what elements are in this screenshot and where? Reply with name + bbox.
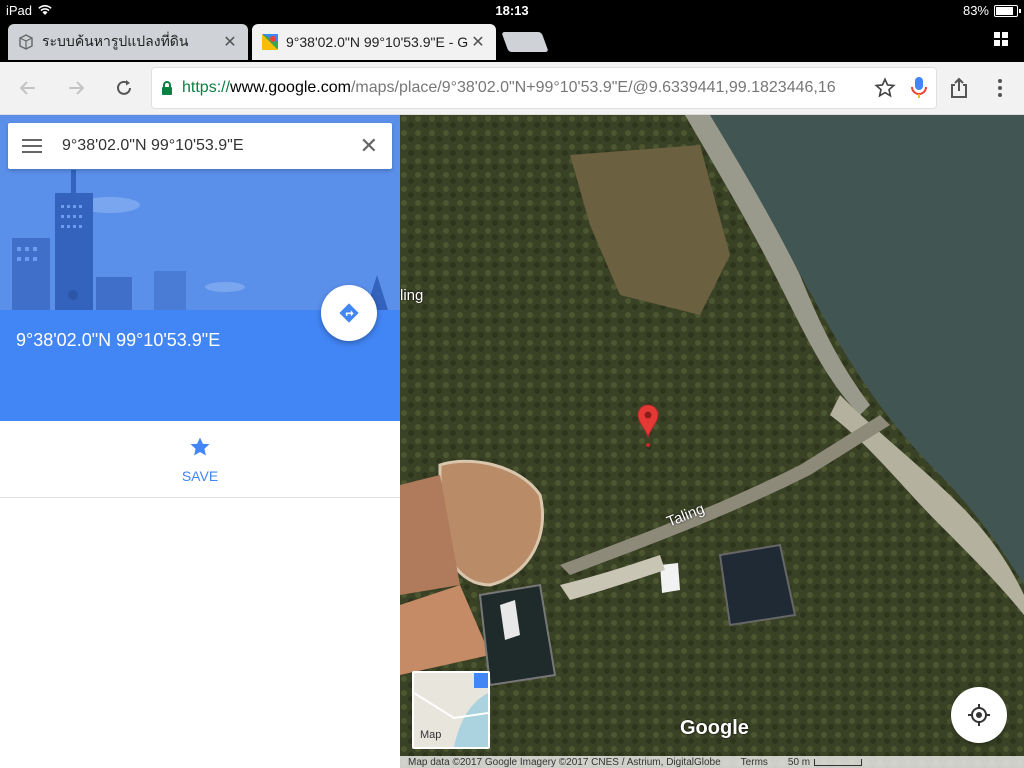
- close-tab-icon[interactable]: ✕: [222, 32, 238, 52]
- satellite-map[interactable]: ling Taling Map Google Map data ©2017 Go…: [400, 115, 1024, 768]
- google-logo: Google: [680, 717, 749, 739]
- tab-land-search[interactable]: ระบบค้นหารูปแปลงที่ดิน ✕: [8, 24, 248, 60]
- scale-label: 50 m: [787, 756, 811, 768]
- tab-switcher-icon[interactable]: [994, 32, 1008, 46]
- road-label: ling: [400, 287, 424, 304]
- battery-percent: 83%: [962, 3, 989, 18]
- close-tab-icon[interactable]: ✕: [470, 32, 486, 52]
- tab-google-maps[interactable]: 9°38'02.0"N 99°10'53.9"E - G ✕: [252, 24, 496, 60]
- tab-title: 9°38'02.0"N 99°10'53.9"E - G: [286, 34, 469, 50]
- lock-icon: [162, 81, 172, 95]
- save-button[interactable]: SAVE: [0, 421, 400, 498]
- google-maps-icon: [262, 34, 278, 50]
- forward-icon[interactable]: [64, 76, 88, 100]
- directions-button[interactable]: [321, 285, 377, 341]
- address-bar[interactable]: https://www.google.com/maps/place/9°38'0…: [152, 68, 936, 108]
- search-box[interactable]: 9°38'02.0"N 99°10'53.9"E ✕: [8, 123, 392, 169]
- map-attribution-bar: Map data ©2017 Google Imagery ©2017 CNES…: [400, 756, 1024, 768]
- share-icon[interactable]: [947, 76, 971, 100]
- box-icon: [19, 34, 33, 50]
- microphone-icon[interactable]: [910, 76, 928, 100]
- map-type-toggle[interactable]: Map: [412, 671, 490, 749]
- menu-icon[interactable]: [22, 139, 42, 153]
- directions-icon: [339, 303, 359, 323]
- star-icon: [190, 437, 210, 456]
- status-bar: iPad 18:13 83%: [0, 0, 1024, 20]
- tab-title: ระบบค้นหารูปแปลงที่ดิน: [42, 33, 189, 49]
- reload-icon[interactable]: [112, 76, 136, 100]
- location-pin-icon[interactable]: [637, 404, 659, 448]
- search-input[interactable]: 9°38'02.0"N 99°10'53.9"E: [62, 137, 360, 155]
- place-panel: 9°38'02.0"N 99°10'53.9"E ✕ 9°38'02.0"N 9…: [0, 115, 400, 768]
- clock: 18:13: [495, 3, 529, 18]
- url-text: https://www.google.com/maps/place/9°38'0…: [182, 79, 836, 96]
- my-location-button[interactable]: [951, 687, 1007, 743]
- browser-toolbar: https://www.google.com/maps/place/9°38'0…: [0, 62, 1024, 115]
- map-thumbnail-label: Map: [420, 729, 442, 741]
- hero-illustration: 9°38'02.0"N 99°10'53.9"E ✕: [0, 115, 400, 310]
- back-icon[interactable]: [16, 76, 40, 100]
- my-location-icon: [968, 704, 990, 726]
- tab-strip: ระบบค้นหารูปแปลงที่ดิน ✕ 9°38'02.0"N 99°…: [0, 20, 1024, 62]
- satellite-imagery: [400, 115, 1024, 768]
- new-tab-button[interactable]: [501, 32, 549, 52]
- scale-bar: 50 m: [787, 756, 863, 768]
- attribution-text: Map data ©2017 Google Imagery ©2017 CNES…: [408, 756, 721, 768]
- terms-link[interactable]: Terms: [741, 757, 768, 768]
- place-title: 9°38'02.0"N 99°10'53.9"E: [16, 330, 221, 350]
- more-options-icon[interactable]: [988, 76, 1012, 100]
- star-icon[interactable]: [874, 77, 896, 99]
- battery-icon: [994, 4, 1021, 17]
- save-label: SAVE: [181, 468, 219, 484]
- clear-search-icon[interactable]: ✕: [360, 133, 378, 159]
